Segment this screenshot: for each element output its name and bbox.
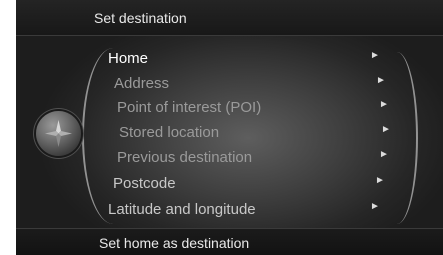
status-hint: Set home as destination [99,235,250,251]
compass-knob-icon[interactable] [36,111,81,156]
chevron-right-icon: ► [381,124,391,135]
compass-icon [45,120,72,147]
menu-item-poi[interactable]: Point of interest (POI) ► [117,96,397,120]
menu-item-stored-location[interactable]: Stored location ► [119,121,399,145]
footer-bar: Set home as destination [16,228,443,255]
chevron-right-icon: ► [379,149,389,160]
chevron-right-icon: ► [376,75,386,86]
menu-item-postcode[interactable]: Postcode ► [113,172,393,196]
menu-item-label: Stored location [119,124,220,141]
chevron-right-icon: ► [375,175,385,186]
menu-item-address[interactable]: Address ► [114,72,394,96]
menu-item-label: Previous destination [117,149,253,166]
menu-item-home[interactable]: Home ► [108,47,388,71]
menu-item-label: Home [108,50,149,67]
chevron-right-icon: ► [370,50,380,61]
chevron-right-icon: ► [379,99,389,110]
menu-item-label: Address [114,75,170,92]
menu-item-label: Latitude and longitude [108,201,256,218]
menu-item-label: Postcode [113,175,176,192]
page-title: Set destination [94,10,187,26]
chevron-right-icon: ► [370,201,380,212]
menu-item-latitude-longitude[interactable]: Latitude and longitude ► [108,198,388,222]
menu-item-label: Point of interest (POI) [117,99,262,116]
navigation-screen: Set destination Home ► Address ► Point o… [16,0,443,255]
header-bar: Set destination [16,0,443,36]
menu-item-previous-destination[interactable]: Previous destination ► [117,146,397,170]
